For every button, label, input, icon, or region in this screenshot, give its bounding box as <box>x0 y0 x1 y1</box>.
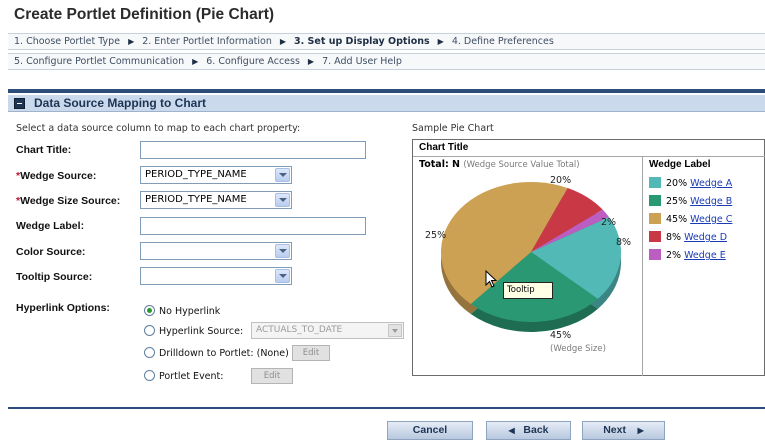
drilldown-option[interactable]: Drilldown to Portlet: (None) <box>144 347 289 359</box>
legend-swatch <box>649 231 661 242</box>
legend-percent: 8% <box>666 232 685 243</box>
wedge-source-label: *Wedge Source: <box>16 170 96 182</box>
step-choose-portlet-type[interactable]: 1. Choose Portlet Type <box>14 36 120 47</box>
legend-percent: 25% <box>666 196 691 207</box>
pie-data-label-wedge-c: 45% <box>550 330 572 341</box>
collapse-icon[interactable] <box>14 98 25 109</box>
step-arrow-icon: ▶ <box>307 57 315 66</box>
drilldown-radio[interactable] <box>144 347 155 358</box>
chevron-down-icon[interactable] <box>275 168 290 182</box>
wedge-size-note: (Wedge Size) <box>550 344 606 354</box>
chart-title-label: Chart Title: <box>16 144 72 156</box>
wizard-steps-row-2: 5. Configure Portlet Communication ▶ 6. Co… <box>8 53 765 70</box>
wedge-size-source-select[interactable]: PERIOD_TYPE_NAME <box>140 191 292 209</box>
no-hyperlink-option[interactable]: No Hyperlink <box>144 305 220 317</box>
arrow-right-icon: ▶ <box>637 426 644 435</box>
wedge-size-source-label: *Wedge Size Source: <box>16 195 120 207</box>
wedge-label-input[interactable] <box>140 217 366 235</box>
legend-swatch <box>649 195 661 206</box>
pie-data-label-wedge-e: 2% <box>601 217 617 228</box>
hyperlink-source-select: ACTUALS_TO_DATE <box>251 322 404 339</box>
pie-data-label-wedge-d: 8% <box>616 237 632 248</box>
hyperlink-source-label: Hyperlink Source: <box>159 326 244 337</box>
page-title: Create Portlet Definition (Pie Chart) <box>14 6 275 23</box>
legend-link[interactable]: Wedge B <box>690 196 732 207</box>
legend-swatch <box>649 177 661 188</box>
back-button-label: Back <box>523 424 549 436</box>
wedge-size-source-value: PERIOD_TYPE_NAME <box>145 194 247 205</box>
portlet-event-radio[interactable] <box>144 370 155 381</box>
step-arrow-icon: ▶ <box>279 37 287 46</box>
legend-item-wedge-e: 2% Wedge E <box>649 249 726 261</box>
legend-swatch <box>649 213 661 224</box>
wedge-size-source-label-text: Wedge Size Source: <box>20 195 121 207</box>
hyperlink-source-value: ACTUALS_TO_DATE <box>256 325 343 335</box>
chart-legend-divider <box>642 156 643 376</box>
back-button[interactable]: ◀ Back <box>486 421 571 440</box>
drilldown-edit-button: Edit <box>292 345 330 361</box>
step-configure-access[interactable]: 6. Configure Access <box>206 56 300 67</box>
sample-pie-chart: Chart Title Total: N (Wedge Source Value… <box>412 139 765 376</box>
chevron-down-icon <box>388 324 402 337</box>
wedge-source-value: PERIOD_TYPE_NAME <box>145 169 247 180</box>
pie-data-label-wedge-a: 20% <box>550 175 572 186</box>
step-configure-portlet-communication[interactable]: 5. Configure Portlet Communication <box>14 56 184 67</box>
hyperlink-options-label: Hyperlink Options: <box>16 302 110 314</box>
mouse-cursor-icon <box>485 270 498 288</box>
section-divider <box>8 89 765 93</box>
step-set-up-display-options: 3. Set up Display Options <box>294 36 430 47</box>
pie-plot <box>441 182 621 332</box>
color-source-select[interactable] <box>140 242 292 260</box>
no-hyperlink-label: No Hyperlink <box>159 306 221 317</box>
portlet-event-edit-button: Edit <box>251 368 293 384</box>
step-arrow-icon: ▶ <box>437 37 444 46</box>
step-arrow-icon: ▶ <box>192 57 199 66</box>
next-button-label: Next <box>603 424 626 436</box>
wizard-steps-row-1: 1. Choose Portlet Type ▶ 2. Enter Portlet … <box>8 33 765 50</box>
chevron-down-icon[interactable] <box>275 244 290 258</box>
legend-link[interactable]: Wedge C <box>690 214 732 225</box>
no-hyperlink-radio[interactable] <box>144 305 155 316</box>
portlet-event-option[interactable]: Portlet Event: <box>144 370 223 382</box>
legend-percent: 20% <box>666 178 691 189</box>
legend-item-wedge-d: 8% Wedge D <box>649 231 727 243</box>
color-source-label: Color Source: <box>16 246 86 258</box>
drilldown-label: Drilldown to Portlet: (None) <box>159 348 289 359</box>
legend-item-wedge-b: 25% Wedge B <box>649 195 732 207</box>
legend-title: Wedge Label <box>649 159 711 170</box>
pie-data-label-wedge-b: 25% <box>425 230 447 241</box>
wedge-source-label-text: Wedge Source: <box>20 170 97 182</box>
footer-divider <box>8 407 765 409</box>
legend-item-wedge-c: 45% Wedge C <box>649 213 732 225</box>
tooltip-source-select[interactable] <box>140 267 292 285</box>
hyperlink-source-option[interactable]: Hyperlink Source: <box>144 325 243 337</box>
legend-link[interactable]: Wedge E <box>684 250 726 261</box>
chart-title-input[interactable] <box>140 141 366 159</box>
step-define-preferences[interactable]: 4. Define Preferences <box>452 36 554 47</box>
step-arrow-icon: ▶ <box>128 37 135 46</box>
cancel-button[interactable]: Cancel <box>387 421 473 440</box>
arrow-left-icon: ◀ <box>508 426 515 435</box>
tooltip-source-label: Tooltip Source: <box>16 271 93 283</box>
section-title: Data Source Mapping to Chart <box>34 96 207 110</box>
hyperlink-source-radio[interactable] <box>144 325 155 336</box>
wedge-source-select[interactable]: PERIOD_TYPE_NAME <box>140 166 292 184</box>
pie-tooltip: Tooltip <box>503 282 553 299</box>
wedge-label-label: Wedge Label: <box>16 220 85 232</box>
legend-percent: 45% <box>666 214 691 225</box>
legend-link[interactable]: Wedge A <box>690 178 732 189</box>
step-add-user-help[interactable]: 7. Add User Help <box>322 56 402 67</box>
next-button[interactable]: Next ▶ <box>582 421 665 440</box>
legend-link[interactable]: Wedge D <box>684 232 727 243</box>
sample-chart-heading: Sample Pie Chart <box>412 123 494 134</box>
legend-swatch <box>649 249 661 260</box>
legend-item-wedge-a: 20% Wedge A <box>649 177 732 189</box>
portlet-event-label: Portlet Event: <box>159 371 224 382</box>
chevron-down-icon[interactable] <box>275 269 290 283</box>
instruction-text: Select a data source column to map to ea… <box>16 123 301 134</box>
step-enter-portlet-information[interactable]: 2. Enter Portlet Information <box>142 36 272 47</box>
section-header: Data Source Mapping to Chart <box>8 95 765 112</box>
chevron-down-icon[interactable] <box>275 193 290 207</box>
legend-percent: 2% <box>666 250 685 261</box>
